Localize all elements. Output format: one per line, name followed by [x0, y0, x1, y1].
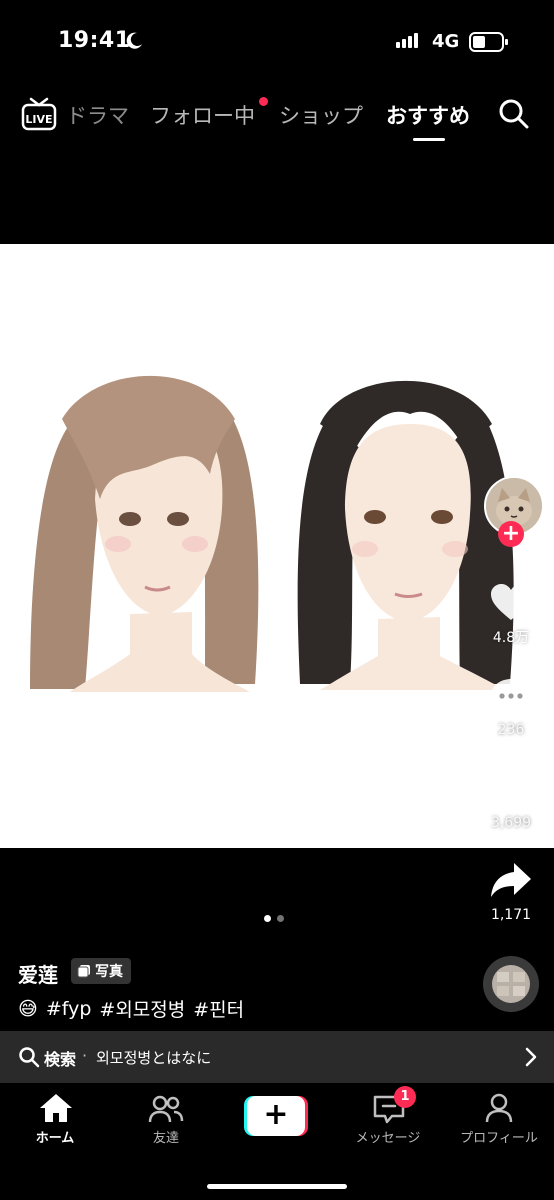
plus-icon: +: [247, 1096, 305, 1136]
following-notification-dot: [259, 97, 268, 106]
page-dot: [277, 915, 284, 922]
network-type: 4G: [432, 31, 460, 52]
active-tab-indicator: [413, 138, 445, 141]
share-count: 1,171: [490, 907, 532, 923]
post-photo[interactable]: [0, 244, 554, 848]
hashtag[interactable]: #외모정병: [99, 995, 185, 1022]
search-icon[interactable]: [497, 97, 531, 131]
status-time: 19:41: [58, 28, 131, 53]
chevron-right-icon[interactable]: [524, 1047, 538, 1067]
music-disc[interactable]: [483, 956, 539, 1012]
tab-shop[interactable]: ショップ: [279, 100, 363, 130]
live-icon[interactable]: LIVE: [20, 96, 58, 132]
bookmark-count: 3,699: [490, 815, 532, 831]
comment-icon[interactable]: [489, 676, 533, 718]
signal-icon: [396, 33, 418, 48]
creator-username[interactable]: 爱莲: [18, 959, 58, 988]
photo-badge-label: 写真: [95, 964, 123, 980]
photo-badge: 写真: [71, 958, 131, 984]
photo-page-indicator: [264, 915, 284, 922]
search-label: 検索: [44, 1050, 77, 1069]
caption-emoji: 😅: [18, 997, 38, 1020]
search-icon: [19, 1047, 40, 1068]
share-icon[interactable]: [489, 860, 533, 900]
battery-icon: [469, 32, 508, 52]
comment-count: 236: [497, 722, 525, 738]
search-separator: ·: [82, 1046, 88, 1065]
page-dot-active: [264, 915, 271, 922]
like-count: 4.8万: [492, 630, 530, 646]
tab-following[interactable]: フォロー中: [150, 100, 255, 130]
home-indicator: [207, 1184, 347, 1189]
search-suggestion[interactable]: 외모정병とはなに: [96, 1047, 211, 1068]
nav-messages[interactable]: メッセージ: [333, 1127, 443, 1146]
disc-icon: [483, 956, 539, 1012]
post-caption: 😅 #fyp #외모정병 #핀터: [18, 995, 244, 1022]
photo-stack-icon: [77, 965, 90, 978]
nav-home[interactable]: ホーム: [0, 1127, 110, 1146]
tab-for-you[interactable]: おすすめ: [386, 100, 470, 130]
home-icon[interactable]: [38, 1092, 74, 1124]
create-button[interactable]: +: [244, 1096, 308, 1136]
bookmark-icon[interactable]: [489, 770, 533, 810]
illustration-image: [30, 375, 514, 692]
heart-icon[interactable]: [489, 582, 533, 622]
moon-icon: [126, 32, 142, 49]
hashtag[interactable]: #핀터: [193, 995, 244, 1022]
friends-icon[interactable]: [148, 1093, 184, 1125]
svg-text:LIVE: LIVE: [25, 113, 52, 126]
follow-button[interactable]: +: [498, 521, 524, 547]
message-badge: 1: [394, 1086, 416, 1108]
profile-icon[interactable]: [484, 1092, 514, 1124]
nav-profile[interactable]: プロフィール: [444, 1127, 554, 1146]
hashtag[interactable]: #fyp: [46, 998, 92, 1020]
nav-friends[interactable]: 友達: [111, 1127, 221, 1146]
tab-drama[interactable]: ドラマ: [66, 100, 129, 130]
